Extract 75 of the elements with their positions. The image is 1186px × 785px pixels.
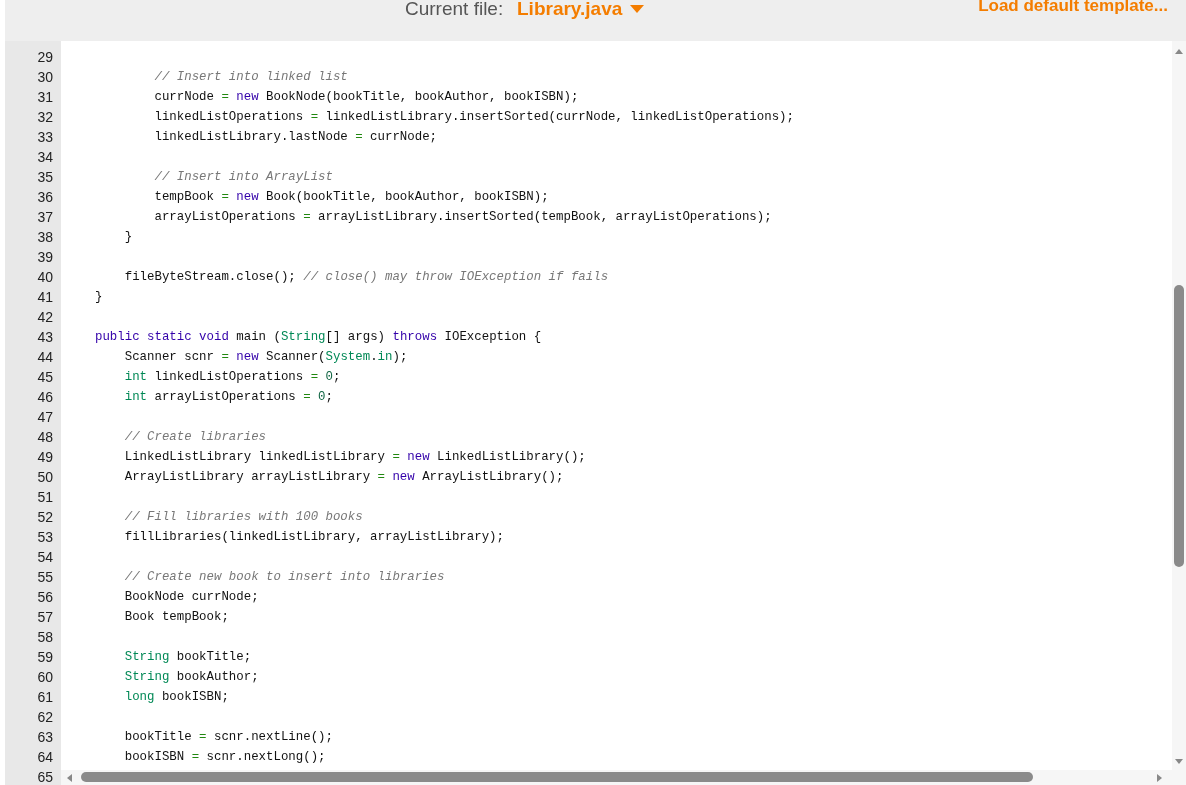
code-line: fillLibraries(linkedListLibrary, arrayListLibrary); bbox=[123, 530, 504, 544]
line-number: 65 bbox=[37, 769, 53, 785]
line-number: 50 bbox=[37, 469, 53, 485]
line-number: 44 bbox=[37, 349, 53, 365]
line-number: 39 bbox=[37, 249, 53, 265]
code-line: BookNode currNode; bbox=[123, 590, 259, 604]
line-number: 32 bbox=[37, 109, 53, 125]
code-line: // Create libraries bbox=[123, 430, 267, 444]
code-line: } bbox=[123, 230, 133, 244]
file-dropdown[interactable]: Library.java bbox=[517, 0, 645, 21]
code-line: // Insert into ArrayList bbox=[153, 170, 333, 184]
line-number: 47 bbox=[37, 409, 53, 425]
line-number: 54 bbox=[37, 549, 53, 565]
line-number: 30 bbox=[37, 69, 53, 85]
line-number: 46 bbox=[37, 389, 53, 405]
line-number: 56 bbox=[37, 589, 53, 605]
code-line: linkedListOperations = linkedListLibrary.insertSorted(currNode, linkedListOperations); bbox=[153, 110, 794, 124]
code-line: int arrayListOperations = 0; bbox=[123, 390, 333, 404]
vertical-scrollbar[interactable] bbox=[1172, 41, 1186, 770]
line-number: 31 bbox=[37, 89, 53, 105]
code-line: // Create new book to insert into libraries bbox=[123, 570, 445, 584]
line-number: 29 bbox=[37, 49, 53, 65]
code-line: currNode = new BookNode(bookTitle, bookAuthor, bookISBN); bbox=[153, 90, 579, 104]
line-number: 37 bbox=[37, 209, 53, 225]
line-number: 49 bbox=[37, 449, 53, 465]
code-line: fileByteStream.close(); // close() may throw IOException if fails bbox=[123, 270, 609, 284]
code-line: tempBook = new Book(bookTitle, bookAuthor, bookISBN); bbox=[153, 190, 549, 204]
line-number: 55 bbox=[37, 569, 53, 585]
line-number: 63 bbox=[37, 729, 53, 745]
line-number: 53 bbox=[37, 529, 53, 545]
line-number: 60 bbox=[37, 669, 53, 685]
scroll-right-icon[interactable] bbox=[1157, 774, 1162, 782]
line-number: 58 bbox=[37, 629, 53, 645]
horizontal-scrollbar[interactable] bbox=[61, 770, 1186, 785]
line-number: 57 bbox=[37, 609, 53, 625]
line-number: 36 bbox=[37, 189, 53, 205]
line-number: 61 bbox=[37, 689, 53, 705]
line-number: 43 bbox=[37, 329, 53, 345]
line-number: 34 bbox=[37, 149, 53, 165]
scroll-down-icon[interactable] bbox=[1175, 759, 1183, 764]
line-number: 41 bbox=[37, 289, 53, 305]
code-line: String bookTitle; bbox=[123, 650, 252, 664]
line-number: 42 bbox=[37, 309, 53, 325]
code-line: LinkedListLibrary linkedListLibrary = new LinkedListLibrary(); bbox=[123, 450, 586, 464]
line-number: 48 bbox=[37, 429, 53, 445]
code-line: bookISBN = scnr.nextLong(); bbox=[123, 750, 326, 764]
code-line: bookTitle = scnr.nextLine(); bbox=[123, 730, 333, 744]
scroll-up-icon[interactable] bbox=[1175, 49, 1183, 54]
line-number: 45 bbox=[37, 369, 53, 385]
code-line: Scanner scnr = new Scanner(System.in); bbox=[123, 350, 408, 364]
line-number: 64 bbox=[37, 749, 53, 765]
line-number: 51 bbox=[37, 489, 53, 505]
code-line: linkedListLibrary.lastNode = currNode; bbox=[153, 130, 438, 144]
line-number: 38 bbox=[37, 229, 53, 245]
code-line: int linkedListOperations = 0; bbox=[123, 370, 341, 384]
code-line: // Insert into linked list bbox=[153, 70, 348, 84]
scroll-left-icon[interactable] bbox=[67, 774, 72, 782]
code-line: Book tempBook; bbox=[123, 610, 229, 624]
code-line: } bbox=[95, 290, 103, 304]
line-number: 40 bbox=[37, 269, 53, 285]
code-line: // Fill libraries with 100 books bbox=[123, 510, 363, 524]
current-file-label: Current file: bbox=[405, 0, 504, 21]
code-line: ArrayListLibrary arrayListLibrary = new ArrayListLibrary(); bbox=[123, 470, 564, 484]
scrollbar-thumb[interactable] bbox=[1174, 285, 1184, 567]
code-line: long bookISBN; bbox=[123, 690, 229, 704]
code-line: public static void main (String[] args) throws IOException { bbox=[95, 330, 542, 344]
line-number: 33 bbox=[37, 129, 53, 145]
caret-icon bbox=[630, 5, 645, 13]
code-line: String bookAuthor; bbox=[123, 670, 259, 684]
scrollbar-thumb[interactable] bbox=[81, 772, 1033, 782]
line-number: 62 bbox=[37, 709, 53, 725]
code-line: arrayListOperations = arrayListLibrary.insertSorted(tempBook, arrayListOperations); bbox=[153, 210, 772, 224]
line-number: 59 bbox=[37, 649, 53, 665]
line-number: 52 bbox=[37, 509, 53, 525]
line-number: 35 bbox=[37, 169, 53, 185]
